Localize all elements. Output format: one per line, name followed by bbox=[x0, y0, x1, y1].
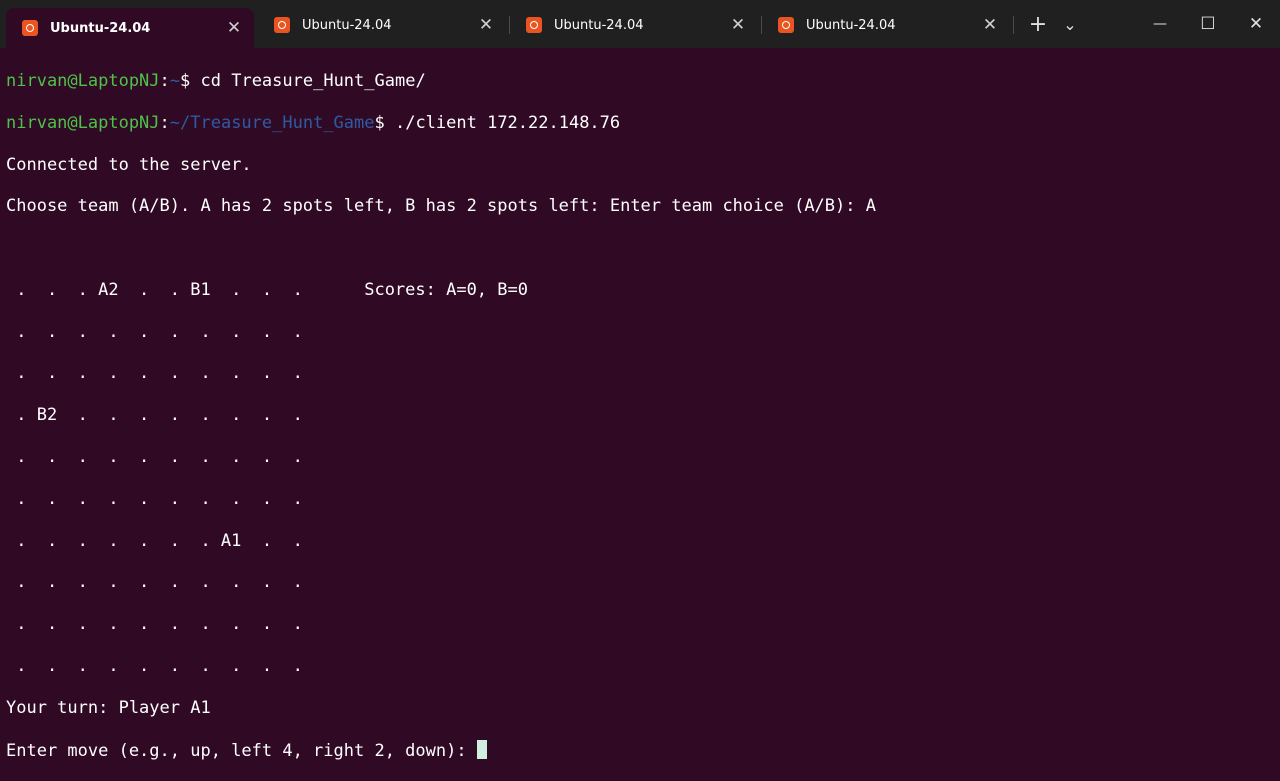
output-connected: Connected to the server. bbox=[6, 154, 252, 175]
terminal-output[interactable]: nirvan@LaptopNJ:~$ cd Treasure_Hunt_Game… bbox=[6, 50, 1276, 781]
grid-row-7: . . . . . . . A1 . . bbox=[6, 530, 303, 551]
tab-dropdown-button[interactable]: ⌄ bbox=[1056, 10, 1084, 38]
tab-label: Ubuntu-24.04 bbox=[302, 17, 392, 33]
ubuntu-icon bbox=[778, 17, 794, 33]
prompt-path: ~ bbox=[169, 70, 181, 91]
prompt-separator: : bbox=[159, 112, 170, 133]
grid-row-9: . . . . . . . . . . bbox=[6, 614, 303, 635]
close-tab-icon[interactable]: ✕ bbox=[726, 15, 750, 35]
text-cursor[interactable] bbox=[476, 739, 487, 759]
prompt-symbol: $ bbox=[180, 70, 201, 91]
command-text: cd Treasure_Hunt_Game/ bbox=[200, 70, 426, 91]
close-window-button[interactable]: ✕ bbox=[1234, 10, 1278, 38]
new-tab-button[interactable]: + bbox=[1024, 10, 1052, 38]
output-blank bbox=[6, 238, 1276, 259]
tab-divider bbox=[1013, 16, 1014, 34]
grid-row-10: . . . . . . . . . . bbox=[6, 656, 303, 677]
input-line[interactable]: Enter move (e.g., up, left 4, right 2, d… bbox=[6, 739, 1276, 761]
ubuntu-icon bbox=[526, 17, 542, 33]
close-tab-icon[interactable]: ✕ bbox=[978, 15, 1002, 35]
ubuntu-icon bbox=[274, 17, 290, 33]
grid-row-1: . . . A2 . . B1 . . . Scores: A=0, B=0 bbox=[6, 279, 528, 300]
prompt-line-2: nirvan@LaptopNJ:~/Treasure_Hunt_Game$ ./… bbox=[6, 113, 1276, 134]
close-tab-icon[interactable]: ✕ bbox=[474, 15, 498, 35]
tab-label: Ubuntu-24.04 bbox=[554, 17, 644, 33]
prompt-symbol: $ bbox=[374, 112, 395, 133]
prompt-separator: : bbox=[159, 70, 170, 91]
tab-1[interactable]: Ubuntu-24.04 ✕ bbox=[6, 8, 254, 48]
move-prompt: Enter move (e.g., up, left 4, right 2, d… bbox=[6, 740, 477, 761]
maximize-button[interactable]: ☐ bbox=[1186, 10, 1230, 38]
minimize-button[interactable]: — bbox=[1138, 10, 1182, 38]
tab-4[interactable]: Ubuntu-24.04 ✕ bbox=[762, 8, 1010, 42]
grid-row-4: . B2 . . . . . . . . bbox=[6, 405, 303, 426]
close-tab-icon[interactable]: ✕ bbox=[222, 18, 246, 38]
output-turn: Your turn: Player A1 bbox=[6, 697, 211, 718]
tab-label: Ubuntu-24.04 bbox=[806, 17, 896, 33]
prompt-line-1: nirvan@LaptopNJ:~$ cd Treasure_Hunt_Game… bbox=[6, 71, 1276, 92]
prompt-user: nirvan@LaptopNJ bbox=[6, 70, 160, 91]
grid-row-3: . . . . . . . . . . bbox=[6, 363, 303, 384]
tab-3[interactable]: Ubuntu-24.04 ✕ bbox=[510, 8, 758, 42]
output-team-choice: Choose team (A/B). A has 2 spots left, B… bbox=[6, 196, 876, 217]
tab-label: Ubuntu-24.04 bbox=[50, 20, 151, 36]
prompt-path: ~/Treasure_Hunt_Game bbox=[169, 112, 375, 133]
grid-row-5: . . . . . . . . . . bbox=[6, 447, 303, 468]
grid-row-6: . . . . . . . . . . bbox=[6, 488, 303, 509]
tab-2[interactable]: Ubuntu-24.04 ✕ bbox=[258, 8, 506, 42]
ubuntu-icon bbox=[22, 20, 38, 36]
grid-row-8: . . . . . . . . . . bbox=[6, 572, 303, 593]
command-text: ./client 172.22.148.76 bbox=[394, 112, 621, 133]
prompt-user: nirvan@LaptopNJ bbox=[6, 112, 160, 133]
grid-row-2: . . . . . . . . . . bbox=[6, 321, 303, 342]
title-bar: Ubuntu-24.04 ✕ Ubuntu-24.04 ✕ Ubuntu-24.… bbox=[0, 0, 1280, 48]
